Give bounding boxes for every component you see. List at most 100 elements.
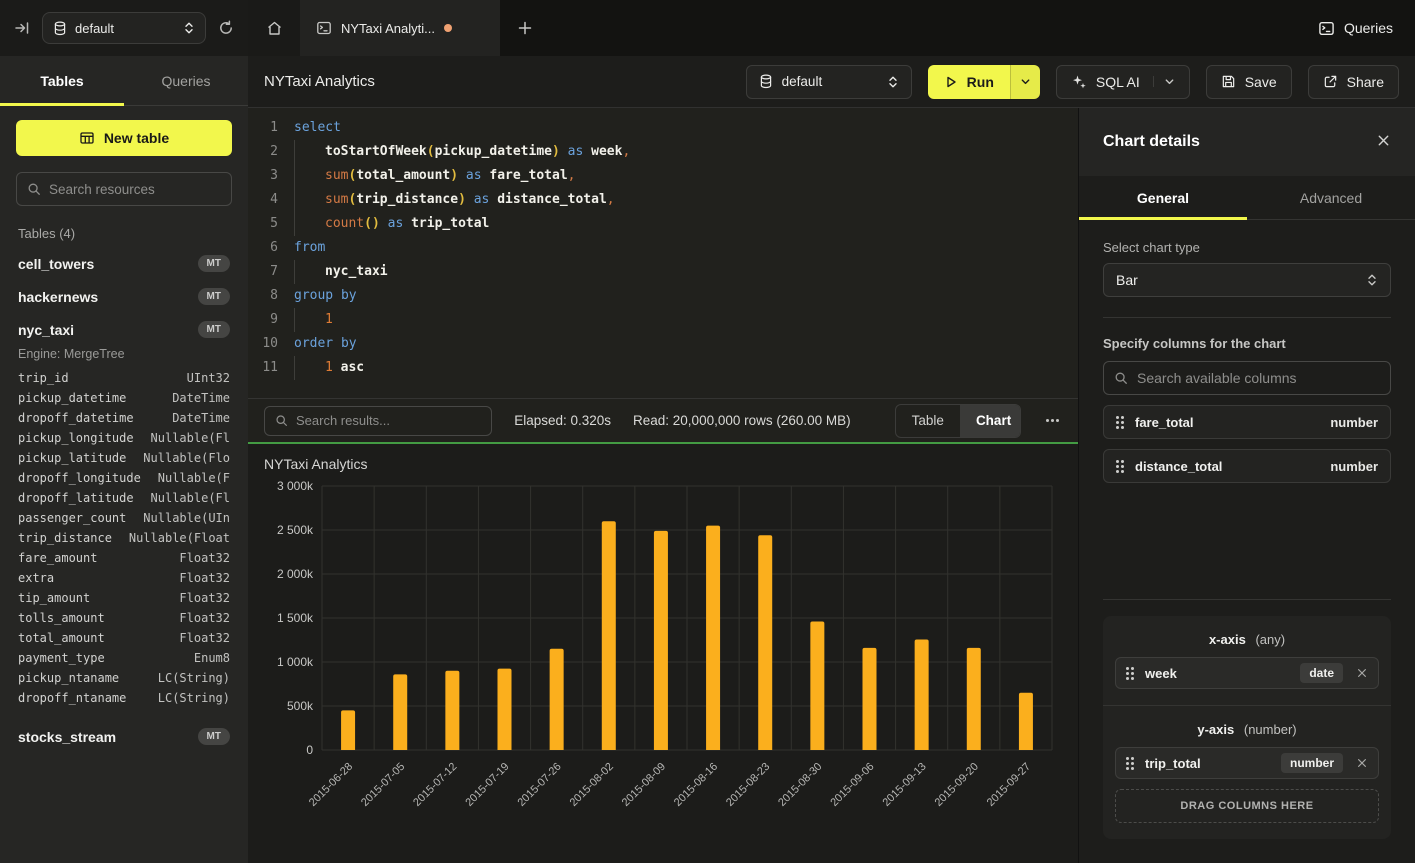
toolbar-database-selector[interactable]: default xyxy=(746,65,912,99)
collapse-sidebar-button[interactable] xyxy=(14,20,30,36)
column-row[interactable]: dropoff_ntanameLC(String) xyxy=(16,688,232,708)
drag-columns-dropzone[interactable]: DRAG COLUMNS HERE xyxy=(1115,789,1379,823)
refresh-icon xyxy=(218,20,234,36)
database-selector[interactable]: default xyxy=(42,12,206,44)
view-toggle-table[interactable]: Table xyxy=(896,405,960,437)
column-row[interactable]: trip_idUInt32 xyxy=(16,368,232,388)
code-text: sum(trip_distance) as distance_total, xyxy=(294,188,615,212)
sidebar-search-input[interactable] xyxy=(49,182,226,197)
bar[interactable] xyxy=(654,531,668,750)
bar[interactable] xyxy=(602,521,616,750)
y-axis-chip-trip-total[interactable]: trip_total number xyxy=(1115,747,1379,779)
home-tab[interactable] xyxy=(248,0,300,56)
column-name: pickup_longitude xyxy=(18,431,134,445)
bar[interactable] xyxy=(341,710,355,750)
code-line[interactable]: 91 xyxy=(248,308,1078,332)
line-number: 9 xyxy=(248,308,278,332)
code-line[interactable]: 4sum(trip_distance) as distance_total, xyxy=(248,188,1078,212)
column-row[interactable]: pickup_longitudeNullable(Fl xyxy=(16,428,232,448)
refresh-button[interactable] xyxy=(218,20,234,36)
run-options-button[interactable] xyxy=(1010,65,1040,99)
column-row[interactable]: passenger_countNullable(UIn xyxy=(16,508,232,528)
table-row-nyc-taxi[interactable]: nyc_taxi MT xyxy=(16,313,232,346)
more-options-button[interactable] xyxy=(1043,419,1062,422)
bar[interactable] xyxy=(1019,693,1033,750)
x-tick-label: 2015-06-28 xyxy=(307,761,355,809)
remove-x-axis-column-button[interactable] xyxy=(1356,667,1368,679)
tab-nytaxi-analytics[interactable]: NYTaxi Analyti... xyxy=(300,0,500,56)
column-row[interactable]: fare_amountFloat32 xyxy=(16,548,232,568)
sql-ai-label: SQL AI xyxy=(1096,74,1140,90)
bar[interactable] xyxy=(758,535,772,750)
code-line[interactable]: 10order by xyxy=(248,332,1078,356)
x-axis-chip-week[interactable]: week date xyxy=(1115,657,1379,689)
x-tick-label: 2015-08-30 xyxy=(776,761,824,809)
table-row-stocks-stream[interactable]: stocks_stream MT xyxy=(16,720,232,753)
table-row-cell-towers[interactable]: cell_towers MT xyxy=(16,247,232,280)
bar[interactable] xyxy=(810,622,824,750)
column-row[interactable]: pickup_datetimeDateTime xyxy=(16,388,232,408)
results-search-input[interactable] xyxy=(296,413,481,428)
bar[interactable] xyxy=(706,526,720,750)
queries-button[interactable]: Queries xyxy=(1318,20,1393,37)
code-line[interactable]: 3sum(total_amount) as fare_total, xyxy=(248,164,1078,188)
code-text: select xyxy=(294,116,341,140)
column-type: Float32 xyxy=(179,611,230,625)
column-row[interactable]: payment_typeEnum8 xyxy=(16,648,232,668)
chart-type-value: Bar xyxy=(1116,272,1138,288)
sql-ai-options[interactable] xyxy=(1153,76,1175,87)
tab-advanced[interactable]: Advanced xyxy=(1247,176,1415,219)
column-row[interactable]: dropoff_datetimeDateTime xyxy=(16,408,232,428)
share-button[interactable]: Share xyxy=(1308,65,1399,99)
table-row-hackernews[interactable]: hackernews MT xyxy=(16,280,232,313)
bar[interactable] xyxy=(863,648,877,750)
tab-general[interactable]: General xyxy=(1079,176,1247,219)
column-name: total_amount xyxy=(18,631,105,645)
x-tick-label: 2015-09-06 xyxy=(828,761,876,809)
column-type: LC(String) xyxy=(158,691,230,705)
sidebar-tab-queries[interactable]: Queries xyxy=(124,56,248,105)
view-toggle-chart[interactable]: Chart xyxy=(960,405,1021,437)
sidebar: Tables Queries New table Tables (4) cell… xyxy=(0,56,248,863)
code-line[interactable]: 6from xyxy=(248,236,1078,260)
code-line[interactable]: 111 asc xyxy=(248,356,1078,380)
bar-chart[interactable]: 0500k1 000k1 500k2 000k2 500k3 000k2015-… xyxy=(264,474,1078,856)
column-type: Nullable(Float xyxy=(129,531,230,545)
bar[interactable] xyxy=(498,669,512,750)
close-panel-button[interactable] xyxy=(1376,133,1391,151)
sql-ai-button[interactable]: SQL AI xyxy=(1056,65,1190,99)
available-column-distance-total[interactable]: distance_total number xyxy=(1103,449,1391,483)
new-tab-button[interactable] xyxy=(500,0,550,56)
chart-type-select[interactable]: Bar xyxy=(1103,263,1391,297)
column-row[interactable]: extraFloat32 xyxy=(16,568,232,588)
remove-y-axis-column-button[interactable] xyxy=(1356,757,1368,769)
bar[interactable] xyxy=(393,674,407,750)
bar[interactable] xyxy=(550,649,564,750)
column-row[interactable]: trip_distanceNullable(Float xyxy=(16,528,232,548)
save-button[interactable]: Save xyxy=(1206,65,1292,99)
sql-editor[interactable]: 1select2toStartOfWeek(pickup_datetime) a… xyxy=(248,108,1078,398)
bar[interactable] xyxy=(915,640,929,750)
code-line[interactable]: 5count() as trip_total xyxy=(248,212,1078,236)
column-row[interactable]: dropoff_longitudeNullable(F xyxy=(16,468,232,488)
unsaved-changes-dot xyxy=(444,24,452,32)
columns-search-input[interactable] xyxy=(1137,370,1380,386)
column-row[interactable]: tip_amountFloat32 xyxy=(16,588,232,608)
column-row[interactable]: pickup_latitudeNullable(Flo xyxy=(16,448,232,468)
code-line[interactable]: 8group by xyxy=(248,284,1078,308)
bar[interactable] xyxy=(967,648,981,750)
y-axis-label: y-axis xyxy=(1197,722,1234,737)
new-table-button[interactable]: New table xyxy=(16,120,232,156)
sidebar-tab-tables[interactable]: Tables xyxy=(0,56,124,105)
bar[interactable] xyxy=(445,671,459,750)
column-row[interactable]: tolls_amountFloat32 xyxy=(16,608,232,628)
panel-title: Chart details xyxy=(1103,133,1200,151)
column-row[interactable]: dropoff_latitudeNullable(Fl xyxy=(16,488,232,508)
available-column-fare-total[interactable]: fare_total number xyxy=(1103,405,1391,439)
code-line[interactable]: 7nyc_taxi xyxy=(248,260,1078,284)
column-row[interactable]: pickup_ntanameLC(String) xyxy=(16,668,232,688)
run-button[interactable]: Run xyxy=(928,65,1010,99)
code-line[interactable]: 2toStartOfWeek(pickup_datetime) as week, xyxy=(248,140,1078,164)
column-row[interactable]: total_amountFloat32 xyxy=(16,628,232,648)
code-line[interactable]: 1select xyxy=(248,116,1078,140)
